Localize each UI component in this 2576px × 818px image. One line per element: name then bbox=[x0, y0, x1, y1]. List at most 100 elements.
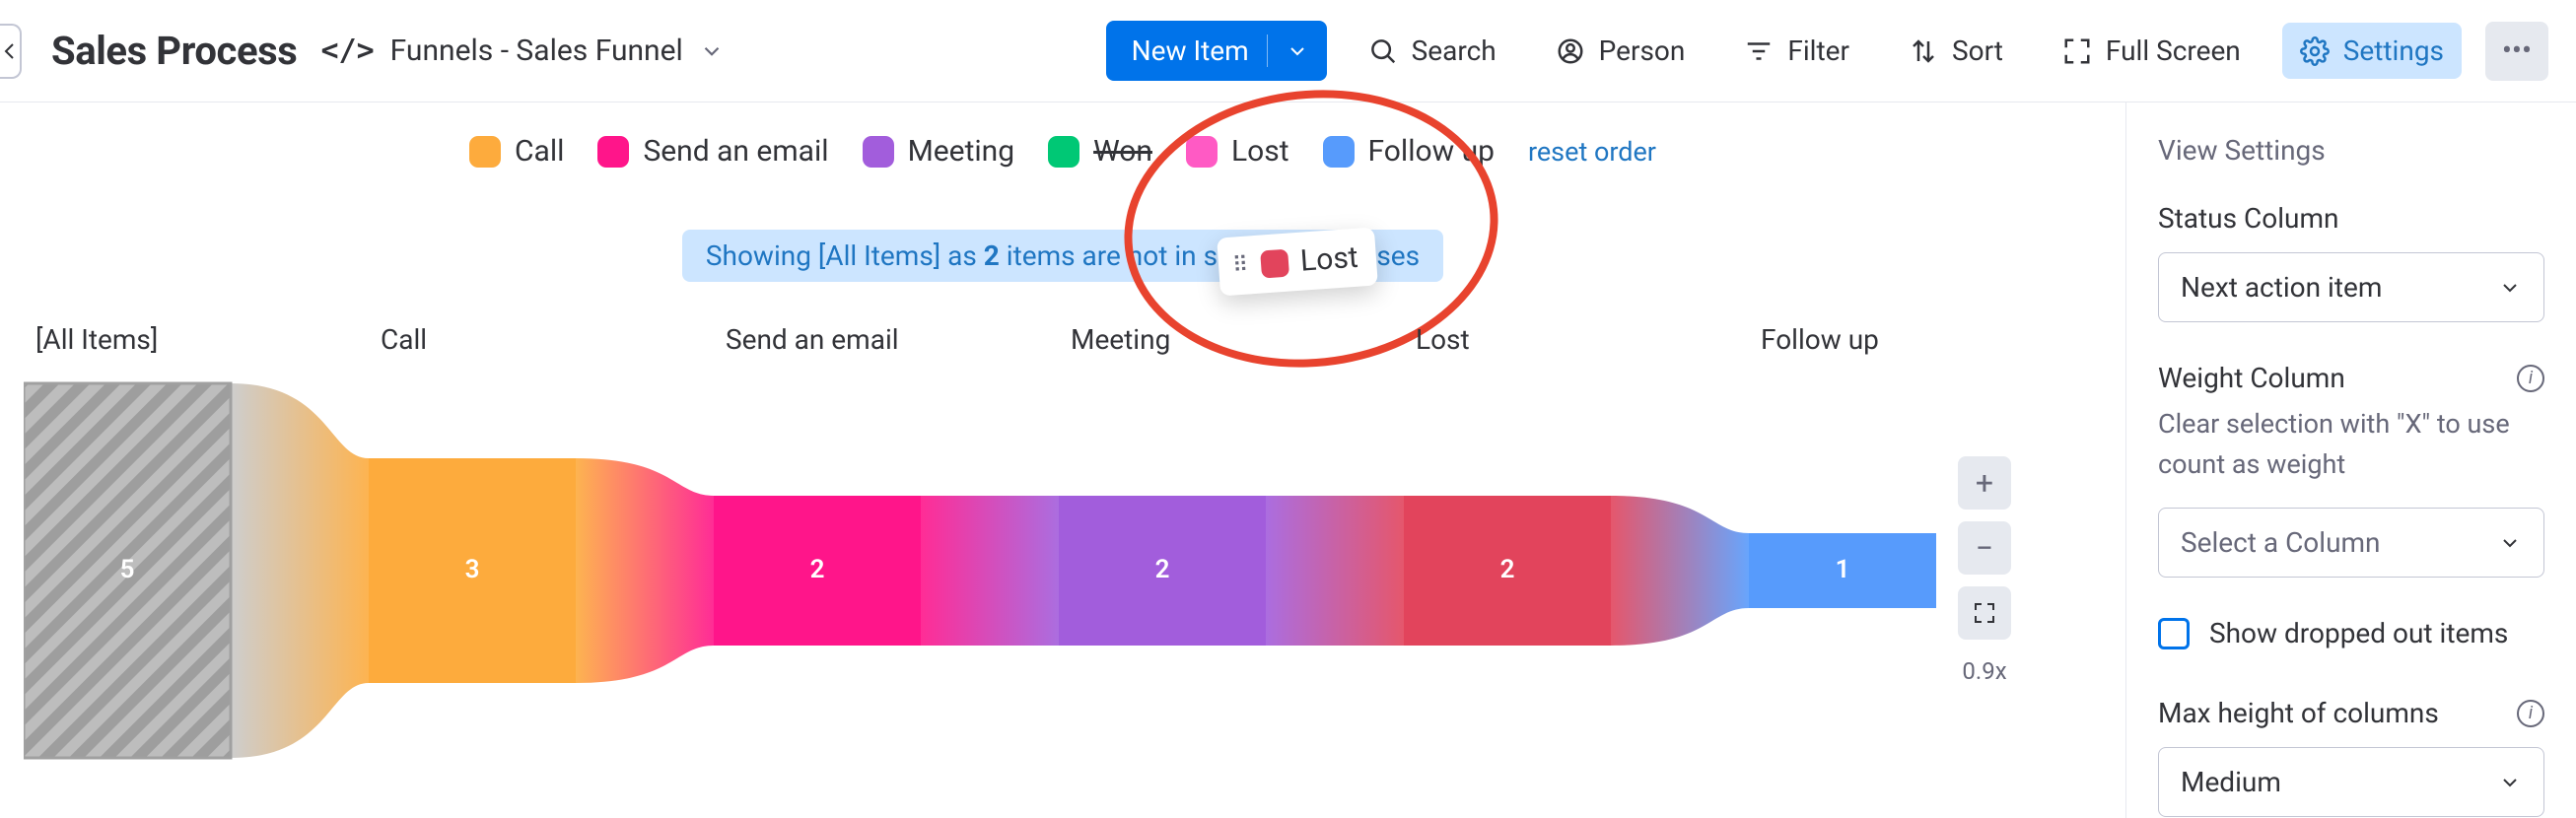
legend-item-send-email[interactable]: Send an email bbox=[597, 134, 828, 169]
sort-button[interactable]: Sort bbox=[1891, 23, 2021, 79]
swatch-icon bbox=[863, 136, 894, 168]
sort-label: Sort bbox=[1952, 34, 2003, 67]
funnel-value: 2 bbox=[1500, 555, 1515, 584]
funnel-value: 2 bbox=[810, 555, 825, 584]
max-height-select[interactable]: Medium bbox=[2158, 747, 2544, 817]
legend-label: Meeting bbox=[908, 134, 1015, 169]
stage-label: Lost bbox=[1412, 323, 1757, 356]
code-icon: </> bbox=[320, 34, 374, 68]
new-item-label: New Item bbox=[1132, 34, 1249, 67]
funnel-svg: 5 3 2 2 2 1 bbox=[24, 374, 1936, 768]
page-title: Sales Process bbox=[51, 28, 297, 74]
filter-button[interactable]: Filter bbox=[1726, 23, 1867, 79]
funnel-stage-labels: [All Items] Call Send an email Meeting L… bbox=[24, 323, 2102, 356]
view-switcher[interactable]: </> Funnels - Sales Funnel bbox=[320, 34, 724, 68]
show-dropped-checkbox[interactable]: Show dropped out items bbox=[2158, 617, 2544, 649]
filter-icon bbox=[1744, 36, 1774, 66]
weight-column-label: Weight Column i bbox=[2158, 362, 2544, 394]
dots-icon: ••• bbox=[2502, 34, 2532, 68]
status-column-label: Status Column bbox=[2158, 202, 2544, 235]
info-icon[interactable]: i bbox=[2517, 365, 2544, 392]
person-icon bbox=[1556, 36, 1585, 66]
stage-label: Follow up bbox=[1757, 323, 2102, 356]
select-value: Medium bbox=[2181, 766, 2281, 798]
fullscreen-label: Full Screen bbox=[2106, 34, 2241, 67]
legend-drag-chip[interactable]: ⠿ Lost bbox=[1217, 228, 1377, 297]
funnel-chart: [All Items] Call Send an email Meeting L… bbox=[24, 323, 2102, 768]
funnel-value: 2 bbox=[1155, 555, 1170, 584]
swatch-icon bbox=[1186, 136, 1218, 168]
weight-column-helper: Clear selection with "X" to use count as… bbox=[2158, 404, 2544, 484]
swatch-icon bbox=[469, 136, 501, 168]
main-area: Call Send an email Meeting Won Lost Foll… bbox=[0, 102, 2125, 818]
funnel-value: 1 bbox=[1836, 555, 1850, 584]
settings-label: Settings bbox=[2343, 34, 2444, 67]
funnel-value: 3 bbox=[465, 555, 480, 584]
drag-handle-icon: ⠿ bbox=[1231, 252, 1250, 278]
checkbox-label: Show dropped out items bbox=[2209, 617, 2508, 649]
search-icon bbox=[1368, 36, 1398, 66]
reset-order-link[interactable]: reset order bbox=[1528, 136, 1656, 168]
legend-item-call[interactable]: Call bbox=[469, 134, 564, 169]
swatch-icon bbox=[1260, 248, 1289, 278]
search-label: Search bbox=[1412, 34, 1497, 67]
legend-label: Follow up bbox=[1368, 134, 1495, 169]
legend: Call Send an email Meeting Won Lost Foll… bbox=[24, 134, 2102, 169]
select-placeholder: Select a Column bbox=[2181, 526, 2381, 559]
stage-label: Meeting bbox=[1067, 323, 1412, 356]
back-button[interactable] bbox=[0, 24, 22, 79]
stage-label: [All Items] bbox=[32, 323, 377, 356]
fit-icon bbox=[1973, 601, 1996, 625]
legend-item-won[interactable]: Won bbox=[1048, 134, 1152, 169]
weight-column-select[interactable]: Select a Column bbox=[2158, 508, 2544, 578]
fullscreen-icon bbox=[2062, 36, 2092, 66]
swatch-icon bbox=[1323, 136, 1355, 168]
header: Sales Process </> Funnels - Sales Funnel… bbox=[0, 0, 2576, 102]
legend-label: Lost bbox=[1231, 134, 1289, 169]
legend-item-meeting[interactable]: Meeting bbox=[863, 134, 1015, 169]
info-icon[interactable]: i bbox=[2517, 700, 2544, 727]
zoom-controls: + − 0.9x bbox=[1956, 456, 2013, 685]
settings-button[interactable]: Settings bbox=[2282, 23, 2462, 79]
legend-label: Call bbox=[515, 134, 564, 169]
content: Call Send an email Meeting Won Lost Foll… bbox=[0, 102, 2576, 818]
new-item-button[interactable]: New Item bbox=[1106, 21, 1327, 81]
label-text: Max height of columns bbox=[2158, 697, 2439, 729]
stage-label: Call bbox=[377, 323, 722, 356]
zoom-out-button[interactable]: − bbox=[1958, 521, 2011, 575]
label-text: Weight Column bbox=[2158, 362, 2345, 394]
max-height-label: Max height of columns i bbox=[2158, 697, 2544, 729]
info-text: Showing [All Items] as bbox=[706, 239, 984, 272]
funnel-value: 5 bbox=[120, 555, 135, 584]
swatch-icon bbox=[1048, 136, 1079, 168]
settings-panel: View Settings Status Column Next action … bbox=[2125, 102, 2576, 818]
sort-icon bbox=[1909, 36, 1938, 66]
label-text: Status Column bbox=[2158, 202, 2338, 235]
info-count: 2 bbox=[984, 239, 1000, 272]
view-switcher-label: Funnels - Sales Funnel bbox=[390, 34, 683, 68]
person-button[interactable]: Person bbox=[1538, 23, 1704, 79]
filter-label: Filter bbox=[1787, 34, 1849, 67]
zoom-in-button[interactable]: + bbox=[1958, 456, 2011, 510]
chevron-down-icon bbox=[2498, 276, 2522, 300]
person-label: Person bbox=[1599, 34, 1686, 67]
checkbox-icon bbox=[2158, 618, 2190, 649]
legend-label: Send an email bbox=[643, 134, 828, 169]
status-column-select[interactable]: Next action item bbox=[2158, 252, 2544, 322]
chevron-left-icon bbox=[0, 39, 22, 63]
legend-item-followup[interactable]: Follow up bbox=[1323, 134, 1495, 169]
fullscreen-button[interactable]: Full Screen bbox=[2045, 23, 2259, 79]
gear-icon bbox=[2300, 36, 2330, 66]
zoom-level: 0.9x bbox=[1962, 657, 2006, 685]
chevron-down-icon bbox=[699, 38, 725, 64]
minus-icon: − bbox=[1976, 529, 1993, 567]
panel-title: View Settings bbox=[2158, 134, 2544, 167]
search-button[interactable]: Search bbox=[1351, 23, 1514, 79]
chevron-down-icon bbox=[1286, 39, 1309, 63]
swatch-icon bbox=[597, 136, 629, 168]
legend-label: Won bbox=[1093, 134, 1152, 169]
zoom-fit-button[interactable] bbox=[1958, 586, 2011, 640]
chevron-down-icon bbox=[2498, 771, 2522, 794]
more-menu-button[interactable]: ••• bbox=[2485, 22, 2548, 81]
legend-item-lost[interactable]: Lost bbox=[1186, 134, 1289, 169]
